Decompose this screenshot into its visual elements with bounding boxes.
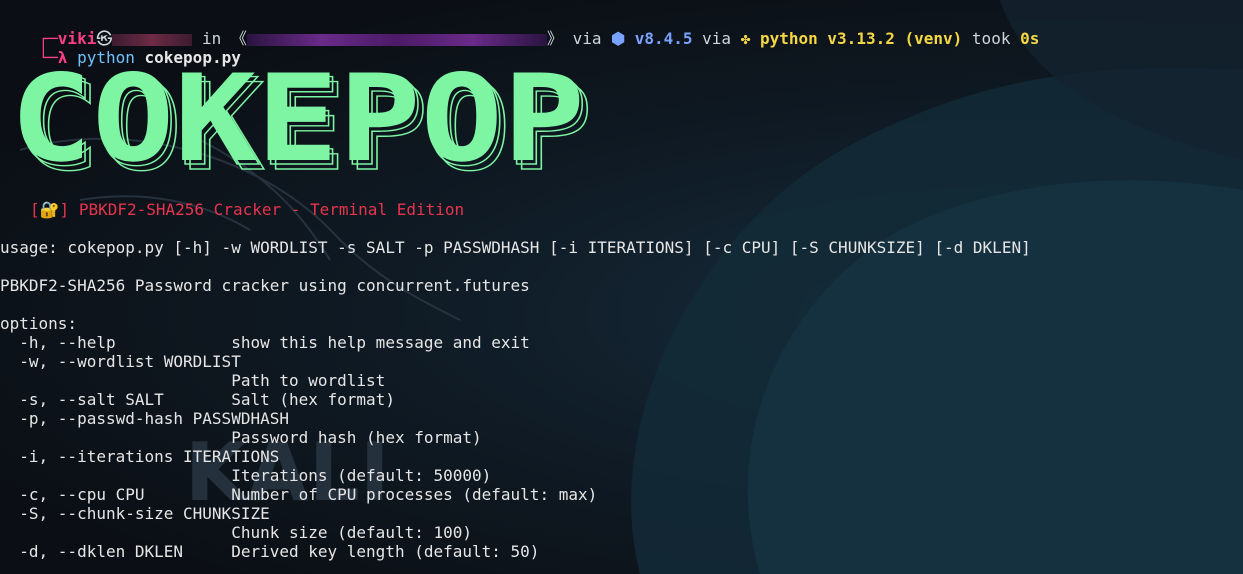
usage-line: usage: cokepop.py [-h] -w WORDLIST -s SA… — [0, 238, 1031, 257]
option-line: -c, --cpu CPU Number of CPU processes (d… — [0, 485, 598, 504]
logo-fill: COKEPOP — [10, 60, 585, 185]
option-line: -w, --wordlist WORDLIST — [0, 352, 241, 371]
python-version: python v3.13.2 (venv) — [759, 29, 963, 48]
option-line: -s, --salt SALT Salt (hex format) — [0, 390, 395, 409]
cokepop-logo: COKEPOP COKEPOP COKEPOP — [10, 50, 600, 199]
took-value: 0s — [1020, 29, 1040, 48]
option-line: Chunk size (default: 100) — [0, 523, 473, 542]
node-version: v8.4.5 — [634, 29, 693, 48]
option-line: -i, --iterations ITERATIONS — [0, 447, 280, 466]
via-label-2: via — [702, 29, 732, 48]
banner-title: [🔐] PBKDF2-SHA256 Cracker - Terminal Edi… — [30, 200, 465, 219]
cokepop-logo-art: COKEPOP COKEPOP COKEPOP — [10, 50, 594, 199]
redacted-path — [246, 33, 547, 46]
options-header: options: — [0, 314, 78, 333]
option-line: -S, --chunk-size CHUNKSIZE — [0, 504, 270, 523]
option-line: Iterations (default: 50000) — [0, 466, 492, 485]
description-line: PBKDF2-SHA256 Password cracker using con… — [0, 276, 530, 295]
python-icon: ✤ — [740, 29, 751, 48]
path-close-bracket: 》 — [546, 29, 563, 48]
option-line: Password hash (hex format) — [0, 428, 482, 447]
node-icon: ⬢ — [611, 29, 626, 48]
took-label: took — [971, 29, 1011, 48]
option-line: -h, --help show this help message and ex… — [0, 333, 530, 352]
option-line: -d, --dklen DKLEN Derived key length (de… — [0, 542, 540, 561]
option-line: Path to wordlist — [0, 371, 386, 390]
via-label-1: via — [572, 29, 602, 48]
option-line: -p, --passwd-hash PASSWDHASH — [0, 409, 289, 428]
terminal-window[interactable]: KALI ┌─viki㉿ in 《》 via ⬢ v8.4.5 via ✤ py… — [0, 0, 1243, 574]
command-line: └─λ python cokepop.py — [0, 29, 241, 67]
prompt-line: ┌─viki㉿ in 《》 via ⬢ v8.4.5 via ✤ python … — [0, 10, 1040, 48]
